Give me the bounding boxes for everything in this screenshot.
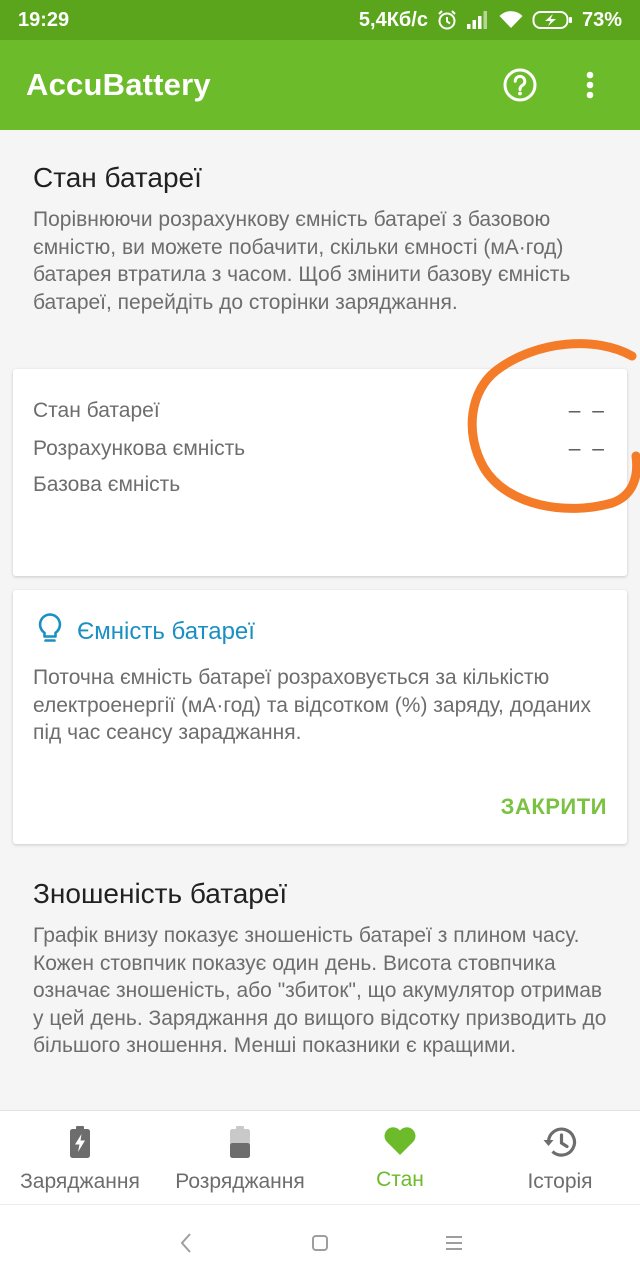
status-bar: 19:29 5,4Кб/с 73% [0,0,640,40]
nav-label: Розряджання [175,1170,305,1193]
bottom-navigation: Заряджання Розряджання Стан Історія [0,1110,640,1204]
stat-row-estimated-capacity: Розрахункова ємність – – [33,437,607,461]
network-speed: 5,4Кб/с [358,8,428,31]
battery-percent: 73% [581,8,622,31]
wear-section-title: Зношеність батареї [33,878,288,909]
nav-item-history[interactable]: Історія [480,1111,640,1204]
stat-value: – – [568,437,607,460]
tip-title: Ємність батареї [77,617,255,645]
status-time: 19:29 [18,8,70,31]
back-icon[interactable] [169,1226,203,1260]
battery-charging-icon [532,10,574,30]
lightbulb-icon [37,612,63,651]
app-title: AccuBattery [26,67,211,102]
nav-label: Заряджання [20,1170,140,1193]
content-area[interactable]: Стан батареї Порівнюючи розрахункову ємн… [0,130,640,1110]
stat-label: Розрахункова ємність [33,437,246,460]
app-bar: AccuBattery [0,40,640,130]
battery-charging-icon [69,1125,91,1164]
tip-text: Поточна ємність батареї розраховується з… [33,666,591,744]
close-tip-button[interactable]: ЗАКРИТИ [501,794,607,820]
system-navigation [0,1204,640,1280]
more-vert-icon[interactable] [566,61,614,109]
nav-label: Стан [376,1168,424,1191]
nav-item-discharging[interactable]: Розряджання [160,1111,320,1204]
wifi-icon [498,10,524,30]
health-section-description: Порівнюючи розрахункову ємність батареї … [33,208,571,314]
wear-section-description: Графік внизу показує зношеність батареї … [33,924,607,1057]
nav-item-health[interactable]: Стан [320,1111,480,1204]
health-section-title: Стан батареї [33,162,202,193]
stat-row-design-capacity: Базова ємність [33,473,607,497]
tip-card: Ємність батареї Поточна ємність батареї … [13,590,627,844]
stat-label: Базова ємність [33,473,181,496]
stats-card: Стан батареї – – Розрахункова ємність – … [13,369,627,576]
nav-item-charging[interactable]: Заряджання [0,1111,160,1204]
alarm-icon [436,9,458,31]
tip-header: Ємність батареї [37,612,255,651]
stat-label: Стан батареї [33,399,160,422]
menu-icon[interactable] [437,1226,471,1260]
home-icon[interactable] [303,1226,337,1260]
history-icon [542,1125,578,1164]
battery-discharging-icon [229,1125,251,1164]
stat-value: – – [568,399,607,422]
signal-icon [466,10,490,30]
help-icon[interactable] [496,61,544,109]
nav-label: Історія [527,1170,593,1193]
heart-icon [383,1125,417,1162]
stat-row-health: Стан батареї – – [33,399,607,423]
